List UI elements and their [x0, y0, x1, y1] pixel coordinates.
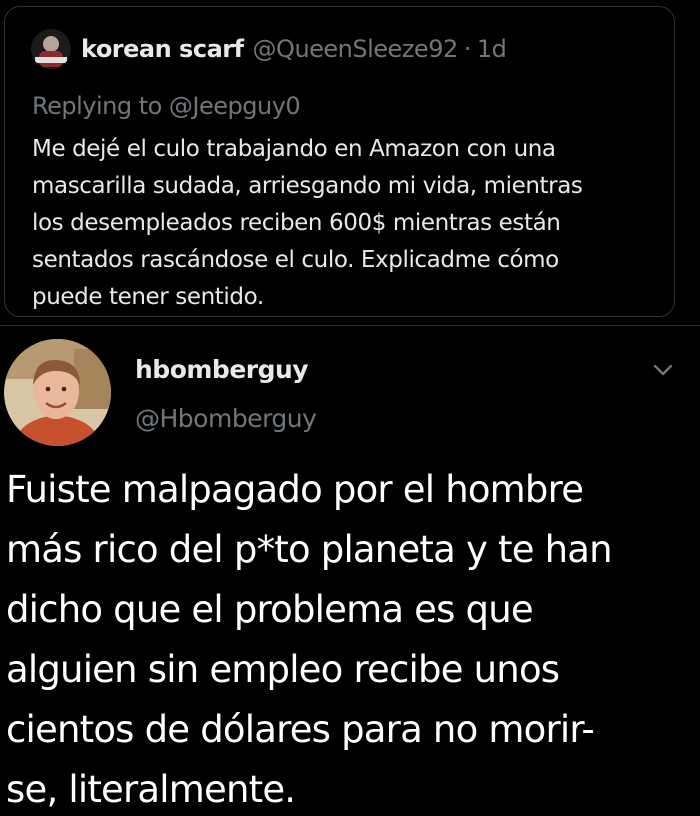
tweet-text-line: alguien sin empleo recibe unos	[6, 648, 560, 691]
tweet-text-line: más rico del p*to planeta y te han	[6, 528, 613, 571]
quoted-tweet-card[interactable]: korean scarf @QueenSleeze92 · 1d Replyin…	[4, 6, 675, 317]
quoted-text-line: los desempleados reciben 600$ mientras e…	[32, 210, 561, 236]
tweet-divider	[0, 325, 700, 326]
quoted-text-line: puede tener sentido.	[32, 284, 264, 310]
author-avatar[interactable]	[4, 339, 111, 446]
tweet-text-line: dicho que el problema es que	[6, 588, 534, 631]
quoted-tweet-text: Me dejé el culo trabajando en Amazon con…	[32, 131, 662, 316]
quoted-author-avatar[interactable]	[31, 29, 71, 69]
tweet-text-line: se, literalmente.	[6, 768, 296, 811]
quoted-text-line: mascarilla sudada, arriesgando mi vida, …	[32, 173, 583, 199]
tweet-text-line: cientos de dólares para no morir-	[6, 708, 595, 751]
tweet-text-line: Fuiste malpagado por el hombre	[6, 468, 584, 511]
chevron-down-icon[interactable]	[650, 360, 676, 380]
quoted-author-name[interactable]: korean scarf	[81, 35, 244, 63]
author-handle[interactable]: @Hbomberguy	[135, 404, 317, 433]
quoted-author-handle[interactable]: @QueenSleeze92	[253, 35, 459, 63]
quoted-tweet-header: korean scarf @QueenSleeze92 · 1d	[31, 29, 507, 69]
tweet-text: Fuiste malpagado por el hombre más rico …	[6, 460, 696, 816]
quoted-header-separator: ·	[463, 35, 472, 63]
quoted-replying-to: Replying to @Jeepguy0	[32, 92, 301, 120]
quoted-text-line: Me dejé el culo trabajando en Amazon con…	[32, 136, 556, 162]
author-name[interactable]: hbomberguy	[135, 355, 309, 384]
quoted-text-line: sentados rascándose el culo. Explicadme …	[32, 247, 559, 273]
quoted-tweet-timestamp[interactable]: 1d	[477, 35, 507, 63]
